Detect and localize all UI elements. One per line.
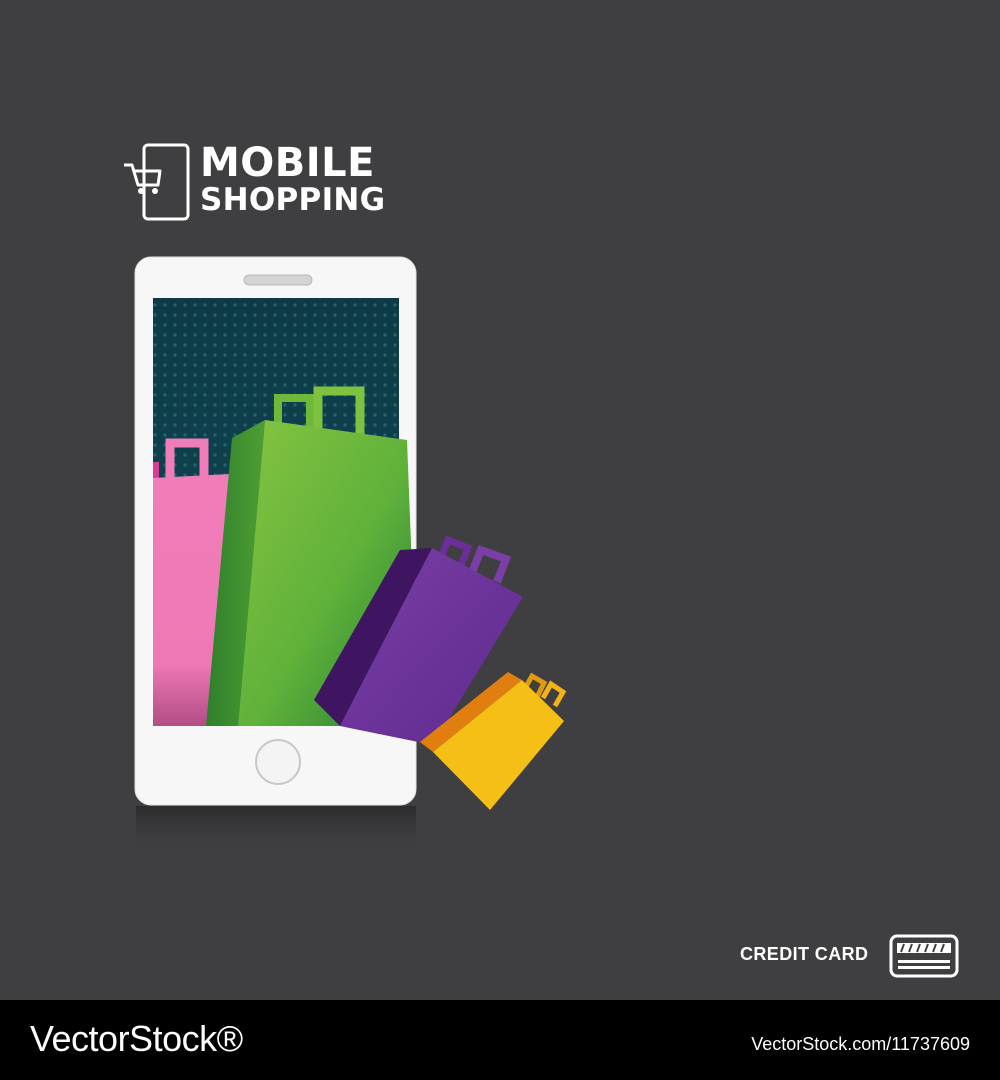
phone-home-button bbox=[255, 739, 301, 785]
vectorstock-reference: VectorStock.com/11737609 bbox=[751, 1034, 970, 1054]
phone-speaker bbox=[243, 274, 313, 286]
phone-shadow bbox=[136, 806, 416, 856]
credit-card-label: CREDIT CARD bbox=[740, 944, 869, 964]
watermark-bar: VectorStock® VectorStock.com/11737609 bbox=[0, 1000, 1000, 1080]
shopping-illustration bbox=[134, 256, 567, 856]
credit-card-icon bbox=[888, 933, 960, 979]
vectorstock-logo: VectorStock® bbox=[30, 1018, 243, 1059]
